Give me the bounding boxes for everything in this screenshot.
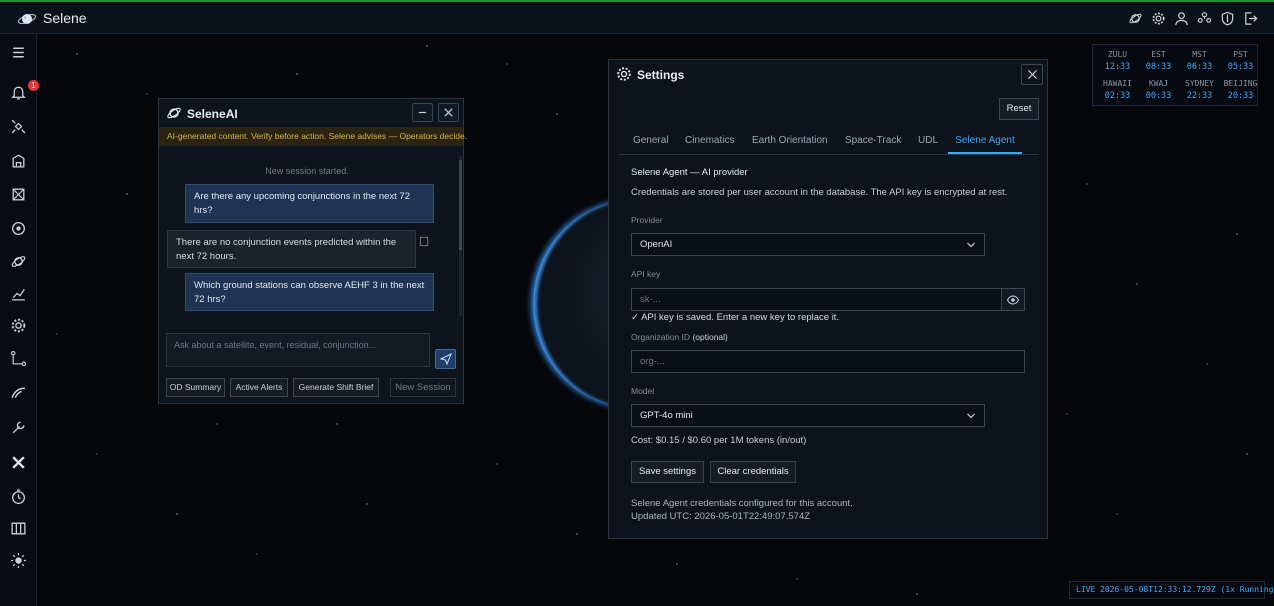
orbit-icon[interactable]: [10, 253, 27, 270]
save-settings-button[interactable]: Save settings: [631, 461, 704, 483]
model-label: Model: [631, 386, 655, 396]
live-status: LIVE 2026-05-08T12:33:12.729Z (1x Runnin…: [1069, 581, 1274, 599]
settings-title: Settings: [637, 68, 685, 82]
clock-hawaii: HAWAII 02:33: [1103, 79, 1132, 101]
tab-selene-agent[interactable]: Selene Agent: [948, 130, 1022, 154]
settings-close-button[interactable]: [1021, 64, 1043, 85]
generate-shift-brief-button[interactable]: Generate Shift Brief: [293, 378, 379, 397]
user-message: Are there any upcoming conjunctions in t…: [185, 184, 434, 223]
shield-icon[interactable]: [1220, 11, 1235, 26]
tab-space-track[interactable]: Space-Track: [845, 130, 901, 154]
chat-log[interactable]: New session started. Are there any upcom…: [159, 146, 463, 318]
provider-select[interactable]: OpenAI: [631, 233, 985, 256]
ai-warning-banner: AI-generated content. Verify before acti…: [159, 127, 467, 146]
provider-value: OpenAI: [640, 239, 673, 250]
send-button[interactable]: [435, 349, 456, 369]
tools-icon[interactable]: [10, 454, 27, 471]
clock-zulu: ZULU 12:33: [1104, 50, 1131, 72]
clock-mst: MST 06:33: [1186, 50, 1213, 72]
active-alerts-button[interactable]: Active Alerts: [230, 378, 288, 397]
scrollbar-thumb[interactable]: [459, 160, 462, 250]
curve-icon[interactable]: [10, 384, 27, 401]
section-title: Selene Agent — AI provider: [631, 167, 748, 178]
minimize-button[interactable]: [412, 103, 433, 122]
chart-icon[interactable]: [10, 285, 27, 302]
clock-icon[interactable]: [10, 488, 27, 505]
menu-icon[interactable]: [10, 44, 27, 61]
new-session-button[interactable]: New Session: [390, 378, 456, 397]
chat-input[interactable]: Ask about a satellite, event, residual, …: [166, 333, 430, 367]
model-value: GPT-4o mini: [640, 410, 693, 421]
clock-est: EST 08:33: [1145, 50, 1172, 72]
provider-label: Provider: [631, 215, 663, 225]
gear-icon: [616, 66, 632, 82]
gear-icon[interactable]: [1151, 11, 1166, 26]
sidebar: 1: [0, 34, 39, 606]
od-summary-button[interactable]: OD Summary: [166, 378, 225, 397]
api-key-input[interactable]: sk-...: [631, 288, 1002, 311]
org-id-input[interactable]: org-...: [631, 350, 1025, 373]
settings-window: Settings Reset General Cinematics Earth …: [608, 59, 1048, 539]
bell-icon[interactable]: 1: [10, 80, 39, 101]
tab-cinematics[interactable]: Cinematics: [685, 130, 734, 154]
clock-beijing: BEIJING 20:33: [1223, 79, 1258, 101]
org-id-label: Organization ID (optional): [631, 332, 728, 342]
clock-kwaj: KWAJ 00:33: [1145, 79, 1172, 101]
building-icon[interactable]: [10, 152, 27, 169]
chevron-down-icon: [967, 242, 975, 248]
graph-icon[interactable]: [10, 350, 27, 367]
model-select[interactable]: GPT-4o mini: [631, 404, 985, 427]
selene-ai-window: SeleneAI AI-generated content. Verify be…: [158, 98, 467, 404]
session-started-text: New session started.: [265, 166, 349, 176]
tab-earth-orientation[interactable]: Earth Orientation: [752, 130, 828, 154]
chat-scrollbar[interactable]: [459, 156, 462, 316]
radar-icon[interactable]: [10, 186, 27, 203]
user-icon[interactable]: [1174, 11, 1189, 26]
settings-tabs: General Cinematics Earth Orientation Spa…: [619, 130, 1039, 155]
section-description: Credentials are stored per user account …: [631, 187, 1008, 198]
target-icon[interactable]: [10, 220, 27, 237]
selene-ai-header[interactable]: SeleneAI: [159, 99, 463, 127]
reset-button[interactable]: Reset: [999, 98, 1039, 120]
copy-icon[interactable]: [419, 236, 430, 247]
assistant-message: There are no conjunction events predicte…: [167, 230, 416, 268]
users-icon[interactable]: [1197, 11, 1212, 26]
settings-wheel-icon[interactable]: [10, 317, 27, 334]
credentials-status: Selene Agent credentials configured for …: [631, 498, 853, 522]
user-message: Which ground stations can observe AEHF 3…: [185, 273, 434, 311]
sun-icon[interactable]: [10, 552, 27, 569]
eye-icon: [1007, 295, 1019, 305]
satellite-icon[interactable]: [10, 118, 27, 135]
api-key-saved-text: ✓ API key is saved. Enter a new key to r…: [631, 312, 840, 323]
top-bar: Selene: [0, 0, 1274, 34]
app-title: Selene: [43, 10, 87, 26]
logout-icon[interactable]: [1243, 11, 1258, 26]
clock-sydney: SYDNEY 22:33: [1185, 79, 1214, 101]
selene-logo-icon: [17, 9, 37, 29]
selene-ai-title: SeleneAI: [187, 107, 238, 121]
map-icon[interactable]: [10, 520, 27, 537]
wrench-icon[interactable]: [10, 419, 27, 436]
api-key-label: API key: [631, 269, 661, 279]
selene-ai-icon: [166, 105, 182, 121]
tab-general[interactable]: General: [633, 130, 669, 154]
clear-credentials-button[interactable]: Clear credentials: [710, 461, 796, 483]
tab-udl[interactable]: UDL: [918, 130, 938, 154]
close-button[interactable]: [438, 103, 459, 122]
clock-pst: PST 05:33: [1227, 50, 1254, 72]
chevron-down-icon: [967, 413, 975, 419]
model-cost: Cost: $0.15 / $0.60 per 1M tokens (in/ou…: [631, 435, 807, 446]
planet-icon[interactable]: [1128, 11, 1143, 26]
show-password-button[interactable]: [1001, 288, 1025, 311]
world-clocks: ZULU 12:33 EST 08:33 MST 06:33 PST 05:33 HAW…: [1092, 44, 1258, 106]
